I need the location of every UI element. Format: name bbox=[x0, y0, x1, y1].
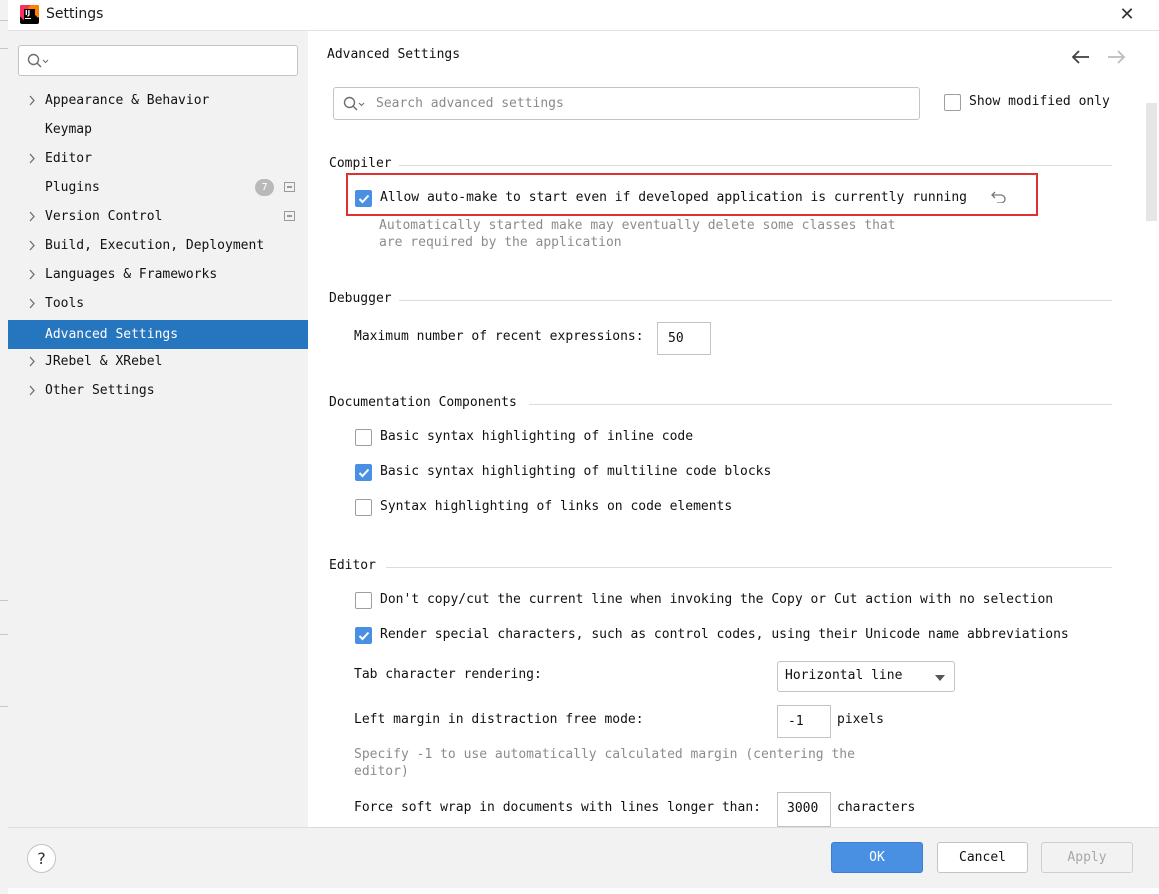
sidebar-item-languages-frameworks[interactable]: Languages & Frameworks bbox=[8, 260, 308, 289]
sidebar-item-advanced-settings[interactable]: Advanced Settings bbox=[8, 320, 308, 349]
sidebar-item-jrebel-xrebel[interactable]: JRebel & XRebel bbox=[8, 347, 308, 376]
left-margin-unit: pixels bbox=[837, 712, 884, 727]
show-modified-only-checkbox[interactable] bbox=[944, 94, 961, 111]
copy-cut-line-checkbox[interactable] bbox=[355, 592, 372, 609]
checkmark-icon bbox=[358, 631, 370, 641]
cancel-button[interactable]: Cancel bbox=[937, 842, 1028, 873]
sidebar-item-appearance-behavior[interactable]: Appearance & Behavior bbox=[8, 86, 308, 115]
chevron-right-icon bbox=[29, 95, 35, 106]
section-title: Editor bbox=[329, 558, 376, 573]
chevron-right-icon bbox=[29, 211, 35, 222]
search-placeholder: Search advanced settings bbox=[376, 96, 564, 111]
sidebar-item-label: Keymap bbox=[45, 122, 92, 137]
tab-rendering-dropdown[interactable]: Horizontal line bbox=[777, 661, 955, 692]
links-highlighting-checkbox[interactable] bbox=[355, 499, 372, 516]
search-icon bbox=[27, 53, 49, 68]
chevron-right-icon bbox=[29, 240, 35, 251]
page-title: Advanced Settings bbox=[327, 47, 461, 62]
plugins-update-badge: 7 bbox=[255, 179, 274, 196]
sidebar-item-plugins[interactable]: Plugins 7 bbox=[8, 173, 308, 202]
soft-wrap-label: Force soft wrap in documents with lines … bbox=[354, 800, 761, 815]
section-divider bbox=[399, 165, 1112, 166]
back-arrow-icon[interactable] bbox=[1070, 47, 1092, 67]
settings-sidebar: Appearance & Behavior Keymap Editor Plug… bbox=[8, 30, 308, 827]
vertical-scrollbar[interactable] bbox=[1146, 103, 1157, 221]
sidebar-item-keymap[interactable]: Keymap bbox=[8, 115, 308, 144]
sidebar-item-label: Editor bbox=[45, 151, 92, 166]
section-title: Documentation Components bbox=[329, 395, 517, 410]
chevron-right-icon bbox=[29, 385, 35, 396]
section-title: Debugger bbox=[329, 291, 392, 306]
inline-code-highlighting-checkbox[interactable] bbox=[355, 429, 372, 446]
multiline-code-highlighting-label: Basic syntax highlighting of multiline c… bbox=[380, 464, 772, 479]
tab-rendering-label: Tab character rendering: bbox=[354, 667, 542, 682]
dropdown-arrow-icon bbox=[935, 675, 945, 681]
sidebar-search-input[interactable] bbox=[18, 45, 298, 76]
sidebar-item-label: Tools bbox=[45, 296, 85, 311]
chevron-right-icon bbox=[29, 356, 35, 367]
sidebar-item-label: Appearance & Behavior bbox=[45, 93, 210, 108]
chevron-right-icon bbox=[29, 269, 35, 280]
project-level-icon bbox=[284, 211, 295, 221]
soft-wrap-input[interactable]: 3000 bbox=[777, 792, 831, 827]
section-divider bbox=[529, 404, 1112, 405]
settings-dialog: IJ Settings ✕ Appearance & Behavior Keym… bbox=[8, 0, 1159, 888]
multiline-code-highlighting-checkbox[interactable] bbox=[355, 464, 372, 481]
max-recent-expressions-input[interactable]: 50 bbox=[657, 322, 711, 355]
section-title: Compiler bbox=[329, 156, 392, 171]
search-icon bbox=[343, 96, 365, 111]
sidebar-item-tools[interactable]: Tools bbox=[8, 289, 308, 318]
inline-code-highlighting-label: Basic syntax highlighting of inline code bbox=[380, 429, 694, 444]
reset-to-default-icon[interactable] bbox=[991, 189, 1007, 203]
section-divider bbox=[399, 300, 1112, 301]
chevron-right-icon bbox=[29, 298, 35, 309]
show-modified-only-label: Show modified only bbox=[969, 94, 1110, 109]
intellij-logo-icon: IJ bbox=[20, 5, 39, 24]
sidebar-item-label: Plugins bbox=[45, 180, 100, 195]
left-margin-hint: Specify -1 to use automatically calculat… bbox=[354, 747, 855, 762]
sidebar-item-label: Other Settings bbox=[45, 383, 155, 398]
ok-button[interactable]: OK bbox=[831, 842, 923, 873]
sidebar-item-build-execution-deployment[interactable]: Build, Execution, Deployment bbox=[8, 231, 308, 260]
copy-cut-line-label: Don't copy/cut the current line when inv… bbox=[380, 592, 1054, 607]
help-button[interactable]: ? bbox=[27, 844, 56, 873]
sidebar-item-label: Build, Execution, Deployment bbox=[45, 238, 265, 253]
auto-make-hint-continued: are required by the application bbox=[379, 235, 622, 250]
close-icon[interactable]: ✕ bbox=[1116, 4, 1138, 26]
advanced-settings-search-input[interactable]: Search advanced settings bbox=[333, 87, 920, 120]
sidebar-item-label: Languages & Frameworks bbox=[45, 267, 218, 282]
render-special-chars-checkbox[interactable] bbox=[355, 627, 372, 644]
project-level-icon bbox=[284, 182, 295, 192]
sidebar-item-version-control[interactable]: Version Control bbox=[8, 202, 308, 231]
sidebar-item-label: JRebel & XRebel bbox=[45, 354, 163, 369]
sidebar-item-label: Advanced Settings bbox=[45, 327, 179, 342]
chevron-right-icon bbox=[29, 153, 35, 164]
auto-make-hint: Automatically started make may eventuall… bbox=[379, 218, 896, 233]
links-highlighting-label: Syntax highlighting of links on code ele… bbox=[380, 499, 733, 514]
sidebar-item-editor[interactable]: Editor bbox=[8, 144, 308, 173]
left-margin-label: Left margin in distraction free mode: bbox=[354, 712, 644, 727]
left-margin-hint-continued: editor) bbox=[354, 764, 409, 779]
max-recent-expressions-label: Maximum number of recent expressions: bbox=[354, 329, 644, 344]
tab-rendering-value: Horizontal line bbox=[785, 668, 903, 683]
forward-arrow-icon[interactable] bbox=[1105, 47, 1127, 67]
left-margin-input[interactable]: -1 bbox=[777, 705, 831, 738]
window-title: Settings bbox=[46, 6, 104, 22]
section-divider bbox=[386, 567, 1112, 568]
soft-wrap-unit: characters bbox=[837, 800, 916, 815]
dialog-footer: ? OK Cancel Apply bbox=[8, 827, 1159, 888]
background-app-edge bbox=[0, 0, 8, 894]
auto-make-label: Allow auto-make to start even if develop… bbox=[380, 190, 967, 205]
render-special-chars-label: Render special characters, such as contr… bbox=[380, 627, 1069, 642]
checkmark-icon bbox=[358, 194, 370, 204]
sidebar-item-label: Version Control bbox=[45, 209, 163, 224]
sidebar-item-other-settings[interactable]: Other Settings bbox=[8, 376, 308, 405]
auto-make-checkbox[interactable] bbox=[355, 190, 372, 207]
checkmark-icon bbox=[358, 468, 370, 478]
apply-button[interactable]: Apply bbox=[1041, 842, 1133, 873]
title-bar: IJ Settings ✕ bbox=[8, 0, 1159, 30]
advanced-settings-panel: Advanced Settings Search advanced settin… bbox=[308, 30, 1159, 827]
